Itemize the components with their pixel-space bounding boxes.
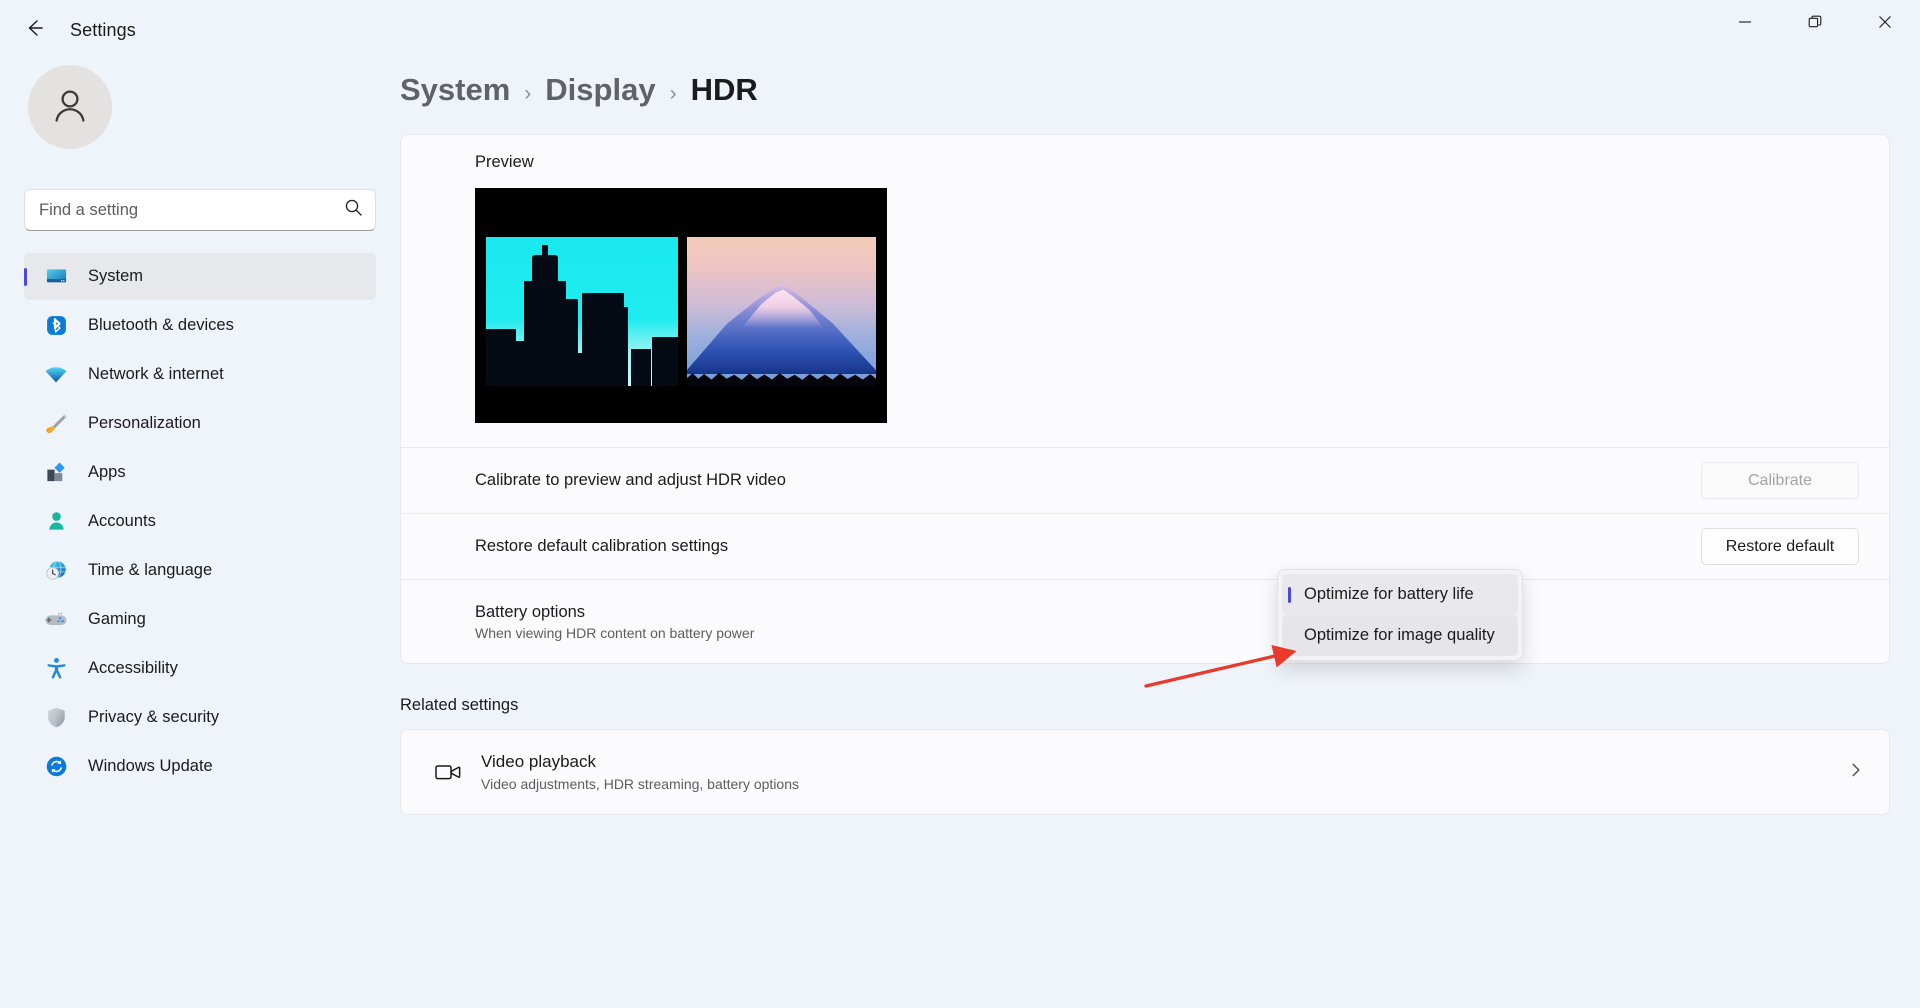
row-title: Restore default calibration settings bbox=[475, 537, 729, 555]
sidebar: System Bluetooth & devices Network bbox=[0, 60, 400, 1008]
preview-hdr-mountain bbox=[687, 237, 876, 386]
sidebar-item-label: Privacy & security bbox=[88, 708, 220, 726]
maximize-restore-button[interactable] bbox=[1780, 0, 1850, 44]
row-battery-options: Battery options When viewing HDR content… bbox=[401, 579, 1889, 663]
row-restore-default: Restore default calibration settings Res… bbox=[401, 513, 1889, 579]
battery-options-title: Battery options bbox=[475, 602, 586, 621]
battery-options-subtitle: When viewing HDR content on battery powe… bbox=[475, 624, 755, 641]
shield-icon bbox=[42, 706, 70, 730]
hdr-settings-card: Preview Calibrate to preview and adjust … bbox=[400, 134, 1890, 664]
sidebar-item-bluetooth-devices[interactable]: Bluetooth & devices bbox=[24, 302, 376, 349]
sidebar-item-label: Accessibility bbox=[88, 659, 178, 677]
back-button[interactable] bbox=[12, 10, 56, 50]
related-item-subtitle: Video adjustments, HDR streaming, batter… bbox=[481, 776, 800, 792]
gamepad-icon bbox=[42, 608, 70, 632]
sidebar-item-time-language[interactable]: Time & language bbox=[24, 547, 376, 594]
sidebar-item-system[interactable]: System bbox=[24, 253, 376, 300]
sidebar-item-privacy-security[interactable]: Privacy & security bbox=[24, 694, 376, 741]
refresh-circle-icon bbox=[42, 755, 70, 779]
breadcrumb: System › Display › HDR bbox=[400, 60, 1920, 134]
clock-globe-icon bbox=[42, 559, 70, 583]
sidebar-item-label: Personalization bbox=[88, 414, 201, 432]
sidebar-item-label: Gaming bbox=[88, 610, 146, 628]
search-box[interactable] bbox=[24, 189, 376, 231]
video-camera-icon bbox=[425, 757, 471, 787]
wifi-icon bbox=[42, 363, 70, 387]
sidebar-item-apps[interactable]: Apps bbox=[24, 449, 376, 496]
minimize-button[interactable] bbox=[1710, 0, 1780, 44]
preview-section: Preview bbox=[401, 135, 1889, 447]
sidebar-item-windows-update[interactable]: Windows Update bbox=[24, 743, 376, 790]
sidebar-item-personalization[interactable]: Personalization bbox=[24, 400, 376, 447]
restore-default-button[interactable]: Restore default bbox=[1701, 528, 1859, 565]
monitor-icon bbox=[42, 265, 70, 289]
person-icon bbox=[42, 510, 70, 534]
title-bar: Settings bbox=[0, 0, 1920, 60]
sidebar-item-label: Windows Update bbox=[88, 757, 213, 775]
dropdown-option-label: Optimize for battery life bbox=[1304, 585, 1474, 603]
sidebar-item-gaming[interactable]: Gaming bbox=[24, 596, 376, 643]
related-item-title: Video playback bbox=[481, 752, 596, 771]
dropdown-option-optimize-image-quality[interactable]: Optimize for image quality bbox=[1282, 615, 1518, 656]
user-avatar-icon bbox=[48, 83, 92, 132]
calibrate-button[interactable]: Calibrate bbox=[1701, 462, 1859, 499]
related-item-video-playback[interactable]: Video playback Video adjustments, HDR st… bbox=[400, 729, 1890, 815]
sidebar-item-label: Network & internet bbox=[88, 365, 224, 383]
preview-label: Preview bbox=[475, 153, 534, 171]
chevron-right-icon: › bbox=[669, 82, 677, 105]
related-settings-heading: Related settings bbox=[400, 696, 519, 714]
sidebar-item-accessibility[interactable]: Accessibility bbox=[24, 645, 376, 692]
breadcrumb-item-hdr: HDR bbox=[690, 72, 758, 107]
preview-sdr-cityscape bbox=[486, 237, 678, 386]
close-button[interactable] bbox=[1850, 0, 1920, 44]
back-arrow-icon bbox=[23, 17, 45, 44]
hdr-preview-image bbox=[475, 188, 887, 423]
sidebar-item-network-internet[interactable]: Network & internet bbox=[24, 351, 376, 398]
chevron-right-icon bbox=[1847, 761, 1865, 784]
breadcrumb-item-display[interactable]: Display bbox=[545, 72, 655, 108]
search-icon[interactable] bbox=[344, 198, 363, 222]
sidebar-item-accounts[interactable]: Accounts bbox=[24, 498, 376, 545]
app-title: Settings bbox=[70, 19, 136, 40]
sidebar-item-label: Time & language bbox=[88, 561, 213, 579]
dropdown-option-optimize-battery-life[interactable]: Optimize for battery life bbox=[1282, 574, 1518, 615]
paintbrush-icon bbox=[42, 412, 70, 436]
sidebar-item-label: Apps bbox=[88, 463, 126, 481]
main-content: System › Display › HDR Preview Calibrate… bbox=[400, 60, 1920, 1008]
chevron-right-icon: › bbox=[524, 82, 532, 105]
window-controls bbox=[1710, 0, 1920, 60]
avatar[interactable] bbox=[28, 65, 112, 149]
row-calibrate: Calibrate to preview and adjust HDR vide… bbox=[401, 447, 1889, 513]
breadcrumb-item-system[interactable]: System bbox=[400, 72, 510, 108]
sidebar-item-label: Accounts bbox=[88, 512, 156, 530]
sidebar-item-label: Bluetooth & devices bbox=[88, 316, 234, 334]
row-title: Calibrate to preview and adjust HDR vide… bbox=[475, 471, 786, 489]
battery-options-dropdown-flyout[interactable]: Optimize for battery life Optimize for i… bbox=[1277, 569, 1523, 661]
accessibility-person-icon bbox=[42, 657, 70, 681]
sidebar-nav: System Bluetooth & devices Network & int… bbox=[24, 253, 376, 790]
bluetooth-icon bbox=[42, 314, 70, 338]
dropdown-option-label: Optimize for image quality bbox=[1304, 626, 1495, 644]
search-input[interactable] bbox=[39, 200, 344, 220]
sidebar-item-label: System bbox=[88, 267, 144, 285]
apps-blocks-icon bbox=[42, 461, 70, 485]
